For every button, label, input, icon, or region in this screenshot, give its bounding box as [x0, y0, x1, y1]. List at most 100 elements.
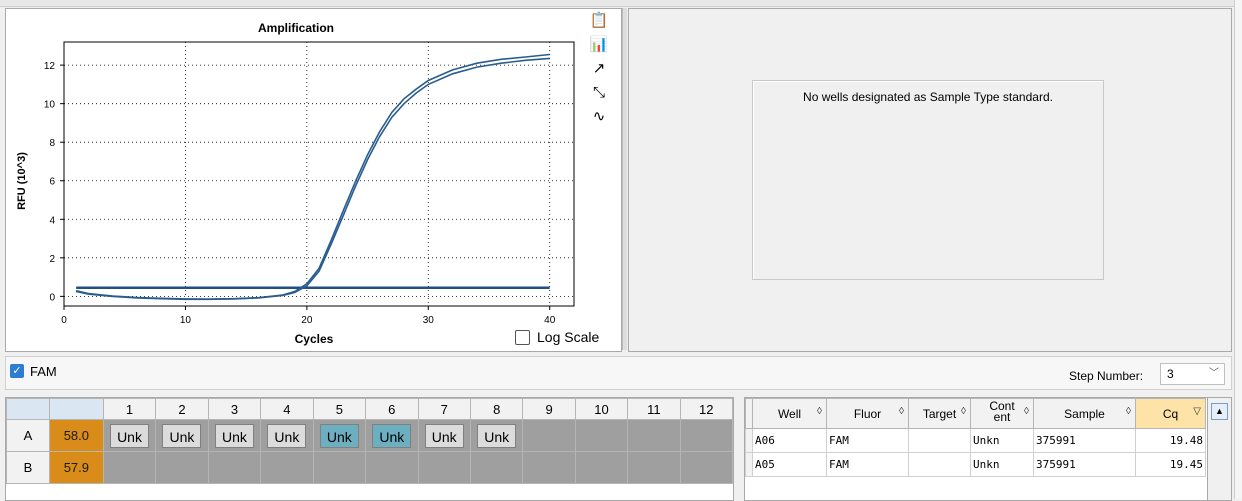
results-table-panel: Well ◊ Fluor ◊ Target ◊ Content ◊ Sample ◊ Cq ▽ A06 F… — [744, 397, 1208, 501]
table-cell-content: Unkn — [970, 428, 1034, 453]
chart-title: Amplification — [258, 21, 334, 35]
plate-well[interactable] — [574, 451, 629, 484]
table-cell-fluor: FAM — [826, 452, 909, 477]
plate-well[interactable] — [155, 451, 209, 484]
window-right-edge — [1234, 0, 1242, 499]
panel-splitter[interactable] — [622, 8, 627, 350]
plate-well[interactable] — [679, 419, 733, 452]
table-cell-cq: 19.48 — [1135, 428, 1206, 453]
step-number-select[interactable]: 3 ﹀ — [1160, 363, 1225, 385]
plate-well[interactable]: Unk — [260, 419, 314, 452]
table-cell-well: A06 — [752, 428, 827, 453]
step-number-value: 3 — [1167, 367, 1174, 381]
column-header-content[interactable]: Content ◊ — [970, 398, 1034, 429]
plate-well[interactable]: Unk — [469, 419, 524, 452]
plate-well[interactable] — [365, 451, 419, 484]
row-selector[interactable] — [745, 428, 753, 453]
table-row[interactable]: A05 FAM Unkn 375991 19.45 — [745, 452, 1206, 477]
sort-icon[interactable]: ◊ — [1024, 406, 1029, 417]
well-content-label: Unk — [267, 423, 307, 448]
plate-column-header[interactable]: 12 — [679, 398, 733, 420]
y-tick-label: 4 — [49, 215, 55, 226]
plate-well[interactable] — [260, 451, 314, 484]
plate-well[interactable] — [417, 451, 471, 484]
plate-well[interactable] — [522, 451, 576, 484]
plate-corner[interactable] — [6, 398, 50, 420]
well-content-label: Unk — [477, 423, 517, 448]
plate-well[interactable]: Unk — [417, 419, 471, 452]
sort-descending-icon[interactable]: ▽ — [1193, 406, 1201, 417]
column-header-label: Cq — [1162, 406, 1179, 421]
top-toolbar-strip — [0, 0, 1242, 7]
y-axis-label: RFU (10^3) — [16, 152, 28, 210]
plate-row-header[interactable]: A — [6, 419, 50, 452]
row-selector-header[interactable] — [745, 398, 753, 429]
column-header-label: Target — [922, 406, 957, 421]
x-tick-label: 40 — [544, 315, 556, 326]
plate-column-header[interactable]: 2 — [155, 398, 209, 420]
plate-well[interactable] — [102, 451, 157, 484]
plate-column-header[interactable]: 11 — [627, 398, 681, 420]
log-scale-toggle[interactable]: Log Scale — [515, 329, 599, 345]
plate-column-header[interactable]: 9 — [522, 398, 576, 420]
export-icon[interactable]: ↗ — [588, 58, 610, 78]
fam-label: FAM — [30, 364, 57, 379]
zoom-chart-icon[interactable]: ⤡ — [588, 82, 610, 102]
column-header-well[interactable]: Well ◊ — [752, 398, 827, 429]
sort-icon[interactable]: ◊ — [899, 406, 904, 417]
plate-column-header[interactable]: 10 — [574, 398, 629, 420]
plate-well[interactable] — [574, 419, 629, 452]
y-tick-label: 12 — [44, 61, 56, 72]
plate-row-header[interactable]: B — [6, 451, 50, 484]
amplification-chart[interactable]: Amplification Cycles RFU (10^3) 0 2 4 6 8 10 1… — [6, 9, 621, 351]
curve-fit-icon[interactable]: ∿ — [588, 106, 610, 126]
column-header-fluor[interactable]: Fluor ◊ — [826, 398, 909, 429]
fam-checkbox[interactable]: ✓ — [10, 364, 24, 378]
plate-well[interactable] — [627, 451, 681, 484]
plate-well[interactable]: Unk — [312, 419, 367, 452]
chart-settings-icon[interactable]: 📊 — [588, 34, 610, 54]
plate-column-header[interactable]: 4 — [260, 398, 314, 420]
column-header-label: Sample — [1064, 406, 1105, 421]
table-cell-fluor: FAM — [826, 428, 909, 453]
column-header-label: Well — [777, 406, 802, 421]
plate-well[interactable] — [207, 451, 262, 484]
plate-well[interactable] — [469, 451, 524, 484]
step-number-label: Step Number: — [1069, 369, 1144, 383]
clipboard-icon[interactable]: 📋 — [588, 10, 610, 30]
table-row[interactable]: A06 FAM Unkn 375991 19.48 — [745, 428, 1206, 453]
log-scale-checkbox[interactable] — [515, 329, 530, 345]
y-tick-label: 8 — [49, 138, 55, 149]
results-scrollbar[interactable]: ▲ — [1207, 397, 1232, 501]
plate-column-header[interactable]: 6 — [365, 398, 419, 420]
results-table: Well ◊ Fluor ◊ Target ◊ Content ◊ Sample ◊ Cq ▽ A06 F… — [745, 398, 1206, 477]
well-content-label: Unk — [424, 423, 464, 448]
sort-icon[interactable]: ◊ — [961, 406, 966, 417]
plate-well[interactable] — [522, 419, 576, 452]
plate-well[interactable]: Unk — [155, 419, 209, 452]
row-temperature: 58.0 — [48, 419, 104, 452]
column-header-label: Content — [989, 401, 1015, 423]
amplification-chart-panel: Amplification Cycles RFU (10^3) 0 2 4 6 8 10 1… — [5, 8, 622, 352]
column-header-sample[interactable]: Sample ◊ — [1033, 398, 1136, 429]
plate-corner[interactable] — [48, 398, 104, 420]
plate-column-header[interactable]: 3 — [207, 398, 262, 420]
plate-well[interactable] — [312, 451, 367, 484]
plate-column-header[interactable]: 1 — [102, 398, 157, 420]
plate-well[interactable]: Unk — [365, 419, 419, 452]
plate-column-header[interactable]: 5 — [312, 398, 367, 420]
sort-icon[interactable]: ◊ — [817, 406, 822, 417]
scroll-up-icon[interactable]: ▲ — [1211, 403, 1228, 420]
sort-icon[interactable]: ◊ — [1126, 406, 1131, 417]
column-header-cq[interactable]: Cq ▽ — [1135, 398, 1206, 429]
plate-column-header[interactable]: 7 — [417, 398, 471, 420]
column-header-target[interactable]: Target ◊ — [908, 398, 971, 429]
well-content-label: Unk — [214, 423, 254, 448]
plate-column-header[interactable]: 8 — [469, 398, 524, 420]
plate-well[interactable]: Unk — [102, 419, 157, 452]
well-content-label: Unk — [319, 423, 359, 448]
plate-well[interactable] — [627, 419, 681, 452]
row-selector[interactable] — [745, 452, 753, 477]
plate-well[interactable] — [679, 451, 733, 484]
plate-well[interactable]: Unk — [207, 419, 262, 452]
